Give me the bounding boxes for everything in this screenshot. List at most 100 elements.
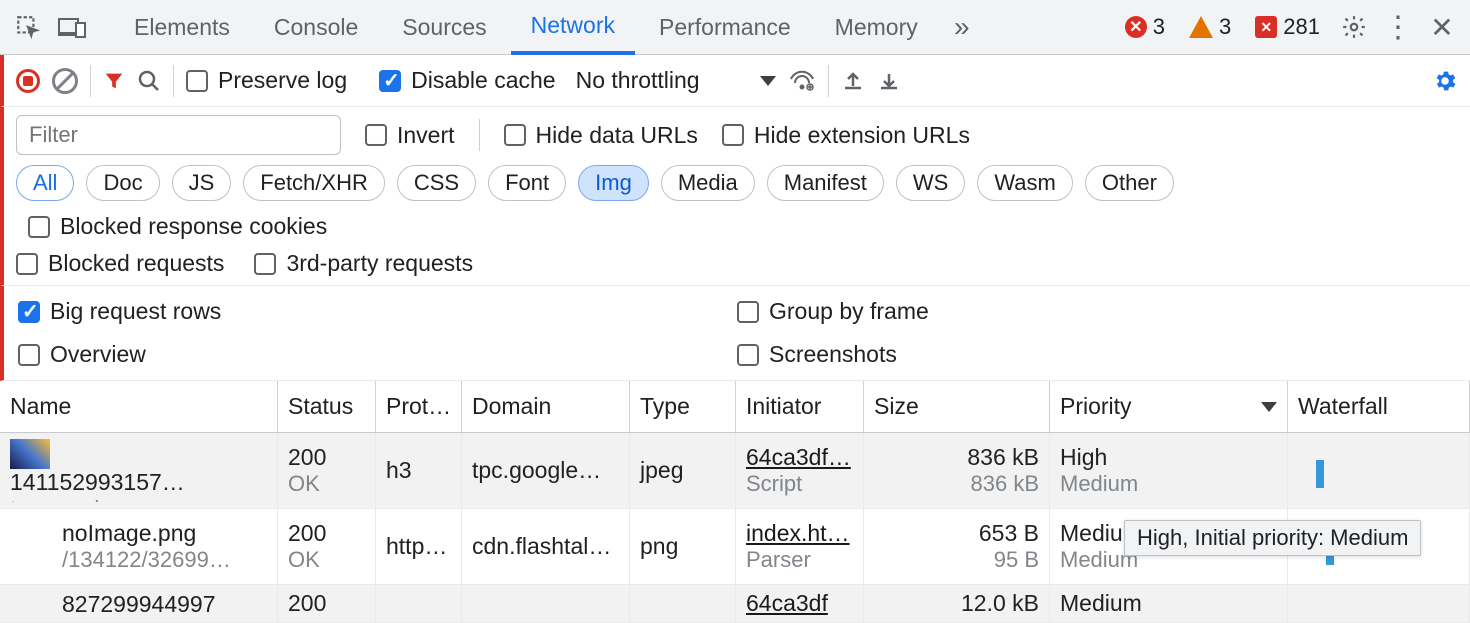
sort-descending-icon bbox=[1261, 402, 1277, 412]
blocked-requests-label: Blocked requests bbox=[48, 250, 224, 277]
column-protocol[interactable]: Prot… bbox=[376, 381, 462, 432]
import-har-icon[interactable] bbox=[877, 69, 901, 93]
cell-initiator: 64ca3df…Script bbox=[736, 433, 864, 508]
record-button[interactable] bbox=[16, 69, 40, 93]
tab-sources[interactable]: Sources bbox=[382, 0, 506, 55]
filter-pill-fetchxhr[interactable]: Fetch/XHR bbox=[243, 165, 385, 201]
network-toolbar: Preserve log Disable cache No throttling bbox=[0, 55, 1470, 107]
cell-type: jpeg bbox=[630, 433, 736, 508]
overview-checkbox[interactable]: Overview bbox=[18, 341, 737, 368]
filter-pill-ws[interactable]: WS bbox=[896, 165, 965, 201]
column-waterfall[interactable]: Waterfall bbox=[1288, 381, 1470, 432]
cell-type: png bbox=[630, 509, 736, 584]
cell-waterfall bbox=[1288, 585, 1470, 622]
view-options: Big request rows Group by frame Overview… bbox=[0, 286, 1470, 381]
table-row[interactable]: 141152993157… tpc.googlesyn… 200OK h3 tp… bbox=[0, 433, 1470, 509]
search-icon[interactable] bbox=[137, 69, 161, 93]
filter-section: Invert Hide data URLs Hide extension URL… bbox=[0, 107, 1470, 286]
cell-initiator: 64ca3df bbox=[736, 585, 864, 622]
filter-pill-img[interactable]: Img bbox=[578, 165, 649, 201]
cell-status: 200OK bbox=[278, 433, 376, 508]
tab-memory[interactable]: Memory bbox=[815, 0, 938, 55]
tab-console[interactable]: Console bbox=[254, 0, 378, 55]
disable-cache-checkbox[interactable]: Disable cache bbox=[379, 67, 555, 94]
close-devtools-icon[interactable]: ✕ bbox=[1422, 7, 1462, 47]
filter-pill-css[interactable]: CSS bbox=[397, 165, 476, 201]
tab-performance[interactable]: Performance bbox=[639, 0, 811, 55]
device-toggle-icon[interactable] bbox=[52, 7, 92, 47]
group-by-frame-checkbox[interactable]: Group by frame bbox=[737, 298, 1456, 325]
toolbar-divider bbox=[828, 65, 829, 97]
column-status[interactable]: Status bbox=[278, 381, 376, 432]
table-row[interactable]: 827299944997 200 64ca3df 12.0 kB Medium bbox=[0, 585, 1470, 623]
throttling-select[interactable]: No throttling bbox=[576, 67, 776, 94]
resource-name: 141152993157… bbox=[10, 469, 185, 496]
disable-cache-label: Disable cache bbox=[411, 67, 555, 94]
filter-icon[interactable] bbox=[103, 70, 125, 92]
big-request-rows-label: Big request rows bbox=[50, 298, 221, 325]
resource-name: noImage.png bbox=[62, 520, 231, 547]
warning-count-value: 3 bbox=[1219, 14, 1231, 40]
settings-gear-icon[interactable] bbox=[1334, 7, 1374, 47]
cell-size: 836 kB836 kB bbox=[864, 433, 1050, 508]
clear-button[interactable] bbox=[52, 68, 78, 94]
invert-checkbox[interactable]: Invert bbox=[365, 122, 455, 149]
column-name[interactable]: Name bbox=[0, 381, 278, 432]
cell-status: 200 bbox=[278, 585, 376, 622]
initiator-link[interactable]: 64ca3df… bbox=[746, 444, 853, 471]
big-request-rows-checkbox[interactable]: Big request rows bbox=[18, 298, 737, 325]
cell-size: 12.0 kB bbox=[864, 585, 1050, 622]
initiator-link[interactable]: index.ht… bbox=[746, 520, 853, 547]
waterfall-bar bbox=[1316, 460, 1324, 488]
blocked-requests-checkbox[interactable]: Blocked requests bbox=[16, 250, 224, 277]
cell-domain bbox=[462, 585, 630, 622]
toolbar-divider bbox=[173, 65, 174, 97]
tab-network[interactable]: Network bbox=[511, 0, 635, 55]
warning-count[interactable]: 3 bbox=[1189, 14, 1231, 40]
export-har-icon[interactable] bbox=[841, 69, 865, 93]
hide-data-urls-checkbox[interactable]: Hide data URLs bbox=[504, 122, 698, 149]
column-size[interactable]: Size bbox=[864, 381, 1050, 432]
blocked-response-cookies-checkbox[interactable]: Blocked response cookies bbox=[28, 213, 327, 240]
tab-elements[interactable]: Elements bbox=[114, 0, 250, 55]
resource-path: /134122/32699… bbox=[62, 547, 231, 573]
filter-input[interactable] bbox=[16, 115, 341, 155]
issue-count[interactable]: ✕281 bbox=[1255, 14, 1320, 40]
third-party-label: 3rd-party requests bbox=[286, 250, 473, 277]
filter-pill-js[interactable]: JS bbox=[172, 165, 232, 201]
column-type[interactable]: Type bbox=[630, 381, 736, 432]
devtools-tabstrip: Elements Console Sources Network Perform… bbox=[0, 0, 1470, 55]
filter-pill-wasm[interactable]: Wasm bbox=[977, 165, 1073, 201]
filter-pill-media[interactable]: Media bbox=[661, 165, 755, 201]
network-conditions-icon[interactable] bbox=[788, 69, 816, 93]
preserve-log-checkbox[interactable]: Preserve log bbox=[186, 67, 347, 94]
column-priority[interactable]: Priority bbox=[1050, 381, 1288, 432]
screenshots-checkbox[interactable]: Screenshots bbox=[737, 341, 1456, 368]
invert-label: Invert bbox=[397, 122, 455, 149]
column-priority-label: Priority bbox=[1060, 393, 1132, 420]
column-domain[interactable]: Domain bbox=[462, 381, 630, 432]
network-settings-gear-icon[interactable] bbox=[1432, 68, 1458, 94]
cell-domain: tpc.google… bbox=[462, 433, 630, 508]
caret-down-icon bbox=[760, 76, 776, 86]
initiator-link[interactable]: 64ca3df bbox=[746, 590, 853, 617]
filter-pill-other[interactable]: Other bbox=[1085, 165, 1174, 201]
kebab-menu-icon[interactable]: ⋮ bbox=[1378, 7, 1418, 47]
screenshots-label: Screenshots bbox=[769, 341, 897, 368]
cell-name: 141152993157… tpc.googlesyn… bbox=[0, 433, 278, 508]
resource-name: 827299944997 bbox=[62, 591, 216, 616]
third-party-checkbox[interactable]: 3rd-party requests bbox=[254, 250, 473, 277]
error-count-red[interactable]: ✕3 bbox=[1125, 14, 1165, 40]
throttling-value: No throttling bbox=[576, 67, 700, 94]
cell-size: 653 B95 B bbox=[864, 509, 1050, 584]
filter-pill-doc[interactable]: Doc bbox=[86, 165, 159, 201]
hide-extension-urls-checkbox[interactable]: Hide extension URLs bbox=[722, 122, 970, 149]
inspect-element-icon[interactable] bbox=[8, 7, 48, 47]
filter-pill-font[interactable]: Font bbox=[488, 165, 566, 201]
cell-type bbox=[630, 585, 736, 622]
hide-extension-urls-label: Hide extension URLs bbox=[754, 122, 970, 149]
more-tabs-icon[interactable]: » bbox=[942, 7, 982, 47]
filter-pill-all[interactable]: All bbox=[16, 165, 74, 201]
column-initiator[interactable]: Initiator bbox=[736, 381, 864, 432]
filter-pill-manifest[interactable]: Manifest bbox=[767, 165, 884, 201]
